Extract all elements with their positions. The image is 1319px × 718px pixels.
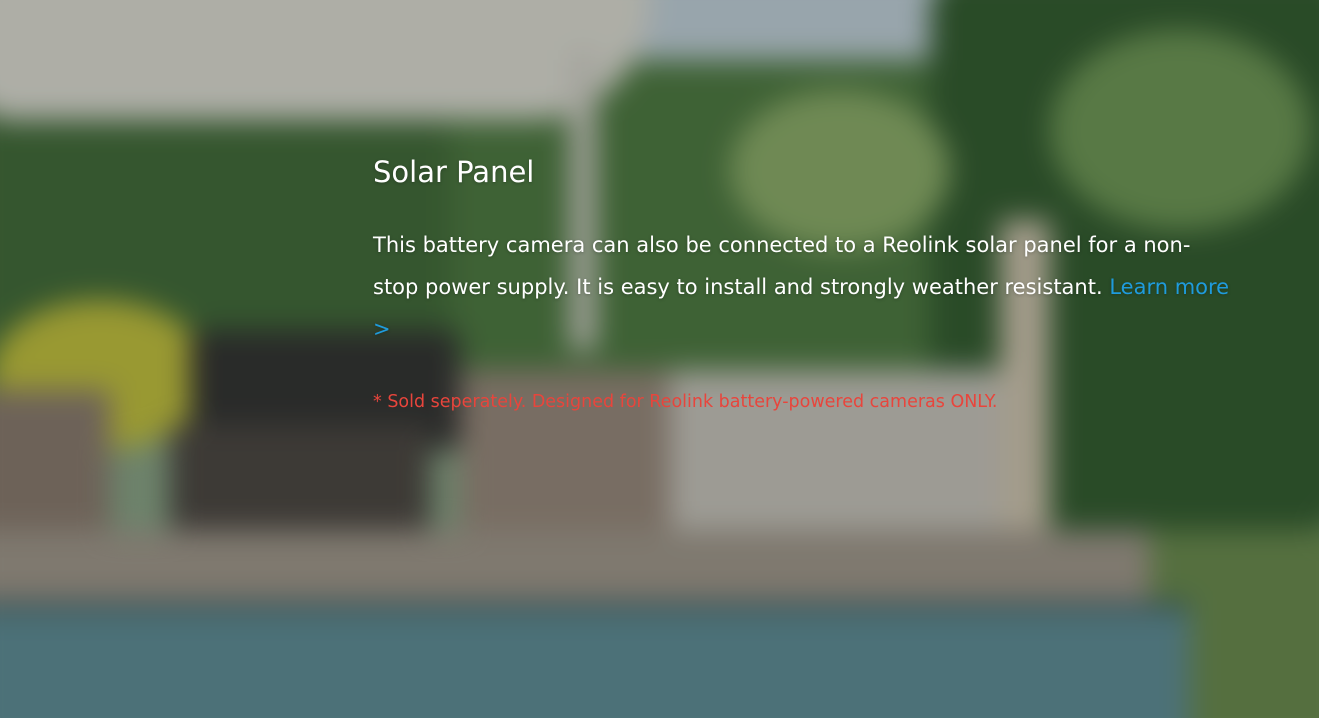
section-description: This battery camera can also be connecte… (373, 224, 1233, 350)
section-title: Solar Panel (373, 155, 535, 189)
solar-panel-hero: Solar Panel This battery camera can also… (0, 0, 1319, 718)
description-text: This battery camera can also be connecte… (373, 233, 1191, 299)
sold-separately-note: * Sold seperately. Designed for Reolink … (373, 392, 998, 412)
solar-panel-content: Solar Panel This battery camera can also… (373, 150, 1253, 412)
